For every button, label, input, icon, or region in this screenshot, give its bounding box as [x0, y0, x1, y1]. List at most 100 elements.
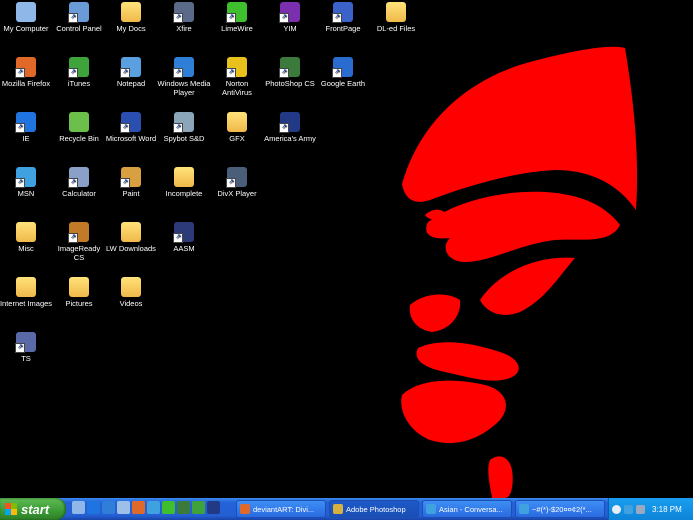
tray-network-icon[interactable]: [636, 504, 645, 514]
imageready-icon: ↗: [68, 222, 89, 243]
desktop-icon-limewire[interactable]: ↗ LimeWire: [210, 2, 264, 33]
tray-back-arrow-icon[interactable]: [612, 504, 621, 514]
desktop-icon-label: MSN: [17, 189, 35, 198]
shortcut-arrow-icon: ↗: [68, 68, 78, 78]
taskbar-task-msn-conversation[interactable]: Asian - Conversa...: [422, 500, 512, 518]
desktop-icon-my-docs[interactable]: My Docs: [104, 2, 158, 33]
taskbar-task-firefox[interactable]: deviantART: Divi...: [236, 500, 326, 518]
desktop-icon-dl-ed-files[interactable]: DL-ed Files: [369, 2, 423, 33]
desktop-icon-label: Calculator: [62, 189, 96, 198]
desktop-icon-label: Xfire: [176, 24, 192, 33]
desktop-icon-imageready-cs[interactable]: ↗ ImageReady CS: [52, 222, 106, 262]
control-panel-icon: ↗: [68, 2, 89, 23]
desktop-icon-norton-antivirus[interactable]: ↗ Norton AntiVirus: [210, 57, 264, 97]
paint-icon: ↗: [120, 167, 141, 188]
desktop-icon-spybot-s-d[interactable]: ↗ Spybot S&D: [157, 112, 211, 143]
notepad-icon[interactable]: [117, 501, 130, 514]
desktop-icon-lw-downloads[interactable]: LW Downloads: [104, 222, 158, 253]
desktop-icon-incomplete[interactable]: Incomplete: [157, 167, 211, 198]
desktop-icon-label: LimeWire: [221, 24, 253, 33]
desktop-icon-calculator[interactable]: ↗ Calculator: [52, 167, 106, 198]
wallpaper-beard-shape: [401, 380, 506, 444]
desktop-icon-recycle-bin[interactable]: Recycle Bin: [52, 112, 106, 143]
wallpaper-brow-shape: [426, 191, 620, 262]
recycle-bin-icon: [69, 112, 89, 132]
task-label: Adobe Photoshop: [346, 504, 406, 514]
desktop-icon-label: My Computer: [3, 24, 49, 33]
divx-icon: ↗: [226, 167, 247, 188]
windows-logo-icon: [5, 503, 17, 515]
notepad-icon: ↗: [120, 57, 141, 78]
calculator-icon: ↗: [68, 167, 89, 188]
desktop-icon-label: Spybot S&D: [163, 134, 205, 143]
shortcut-arrow-icon: ↗: [226, 13, 236, 23]
desktop-icon-windows-media-player[interactable]: ↗ Windows Media Player: [157, 57, 211, 97]
desktop-icon-internet-images[interactable]: Internet Images: [0, 277, 53, 308]
media-player-icon[interactable]: [102, 501, 115, 514]
shortcut-arrow-icon: ↗: [279, 13, 289, 23]
desktop-icon-frontpage[interactable]: ↗ FrontPage: [316, 2, 370, 33]
desktop-icon-videos[interactable]: Videos: [104, 277, 158, 308]
task-label: Asian - Conversa...: [439, 504, 503, 514]
wallpaper-moustache-shape: [416, 342, 519, 381]
desktop-icon-xfire[interactable]: ↗ Xfire: [157, 2, 211, 33]
photoshop-icon[interactable]: [177, 501, 190, 514]
taskbar-task-msn-conversation-2[interactable]: ~#(*)-$20¤¤¢2(*...: [515, 500, 605, 518]
msn-icon: [519, 504, 529, 514]
desktop-icon-aasm[interactable]: ↗ AASM: [157, 222, 211, 253]
desktop-icon-pictures[interactable]: Pictures: [52, 277, 106, 308]
norton-icon: ↗: [226, 57, 247, 78]
desktop-icon-misc[interactable]: Misc: [0, 222, 53, 253]
computer-icon: [16, 2, 36, 22]
desktop-icon-yim[interactable]: ↗ YIM: [263, 2, 317, 33]
shortcut-arrow-icon: ↗: [173, 233, 183, 243]
desktop-icon-label: PhotoShop CS: [265, 79, 315, 88]
desktop-icon-photoshop-cs[interactable]: ↗ PhotoShop CS: [263, 57, 317, 88]
desktop-icon-label: iTunes: [67, 79, 91, 88]
start-button[interactable]: start: [0, 498, 66, 520]
documents-folder-icon: [121, 2, 141, 22]
desktop-icon-my-computer[interactable]: My Computer: [0, 2, 53, 33]
desktop-icon-ts[interactable]: ↗ TS: [0, 332, 53, 363]
desktop-icon-gfx[interactable]: GFX: [210, 112, 264, 143]
desktop[interactable]: My Computer ↗ Control Panel My Docs ↗ Xfire ↗ L…: [0, 0, 693, 498]
desktop-icon-itunes[interactable]: ↗ iTunes: [52, 57, 106, 88]
desktop-icon-label: DivX Player: [217, 189, 257, 198]
yahoo-messenger-icon: ↗: [279, 2, 300, 23]
msn-icon: [426, 504, 436, 514]
americas-army-icon[interactable]: [207, 501, 220, 514]
shortcut-arrow-icon: ↗: [332, 13, 342, 23]
shortcut-arrow-icon: ↗: [15, 343, 25, 353]
msn-icon[interactable]: [147, 501, 160, 514]
desktop-icon-america-s-army[interactable]: ↗ America's Army: [263, 112, 317, 143]
photoshop-icon: ↗: [279, 57, 300, 78]
internet-explorer-icon[interactable]: [87, 501, 100, 514]
folder-icon: [16, 277, 36, 297]
desktop-icon-label: America's Army: [264, 134, 316, 143]
desktop-icon-divx-player[interactable]: ↗ DivX Player: [210, 167, 264, 198]
msn-icon: ↗: [15, 167, 36, 188]
desktop-icon-msn[interactable]: ↗ MSN: [0, 167, 53, 198]
desktop-icon-label: IE: [22, 134, 30, 143]
desktop-icon-google-earth[interactable]: ↗ Google Earth: [316, 57, 370, 88]
desktop-icon-ie[interactable]: ↗ IE: [0, 112, 53, 143]
desktop-icon-label: Google Earth: [320, 79, 366, 88]
media-player-icon: ↗: [173, 57, 194, 78]
firefox-icon[interactable]: [132, 501, 145, 514]
show-desktop-icon[interactable]: [72, 501, 85, 514]
desktop-icon-control-panel[interactable]: ↗ Control Panel: [52, 2, 106, 33]
desktop-icon-paint[interactable]: ↗ Paint: [104, 167, 158, 198]
folder-icon: [121, 277, 141, 297]
desktop-icon-label: ImageReady CS: [57, 244, 101, 262]
shortcut-arrow-icon: ↗: [226, 178, 236, 188]
taskbar-task-photoshop[interactable]: Adobe Photoshop: [329, 500, 419, 518]
limewire-icon[interactable]: [162, 501, 175, 514]
clock[interactable]: 3:18 PM: [652, 505, 682, 514]
tray-msn-icon[interactable]: [624, 504, 633, 514]
frontpage-icon: ↗: [332, 2, 353, 23]
desktop-icon-microsoft-word[interactable]: ↗ Microsoft Word: [104, 112, 158, 143]
teamspeak-icon: ↗: [15, 332, 36, 353]
itunes-icon[interactable]: [192, 501, 205, 514]
desktop-icon-mozilla-firefox[interactable]: ↗ Mozilla Firefox: [0, 57, 53, 88]
desktop-icon-notepad[interactable]: ↗ Notepad: [104, 57, 158, 88]
